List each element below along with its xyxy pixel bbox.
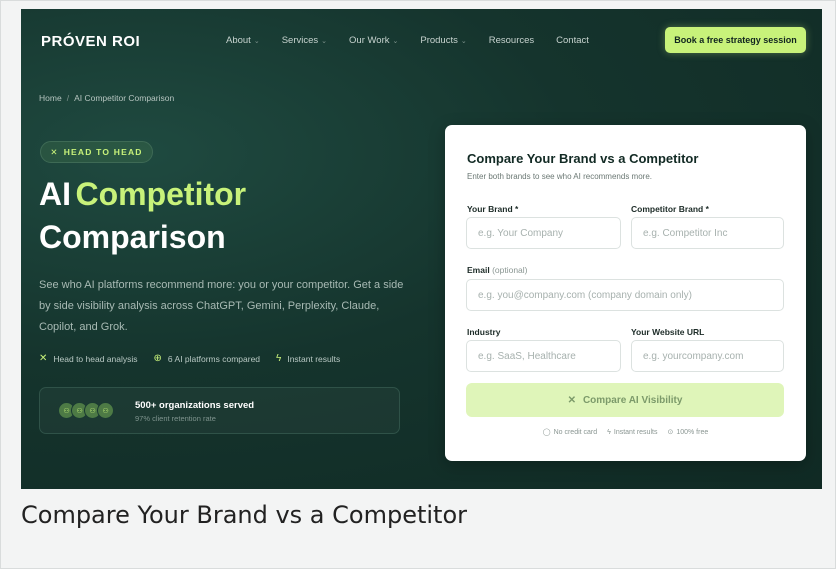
swords-icon: ✕ [50,146,59,157]
feature-label: Head to head analysis [53,353,138,364]
email-label: Email (optional) [467,265,528,275]
trust-label: 100% free [676,428,709,436]
menu-item-label: Contact [556,35,589,46]
feature-list: ✕ Head to head analysis ⊕ 6 AI platforms c… [39,353,340,364]
menu-item-label: Products [420,35,458,46]
industry-label: Industry [467,327,501,337]
trust-indicators: ◯ No credit card ϟ Instant results ⊙ 100% f… [445,428,806,437]
website-label: Your Website URL [631,327,705,337]
page-title: AI Competitor Comparison [39,176,246,256]
feature-item: ϟ Instant results [276,353,340,364]
brand-input[interactable] [466,217,621,249]
menu-item-label: About [226,35,251,46]
bolt-icon: ϟ [607,428,611,436]
swords-icon: ✕ [39,353,48,364]
menu-item-label: Our Work [349,35,390,46]
title-line2: Comparison [39,219,226,255]
hero-description: See who AI platforms recommend more: you… [39,279,404,333]
breadcrumb-current: AI Competitor Comparison [74,93,175,103]
brand-label: Your Brand * [467,204,519,214]
submit-label: Compare AI Visibility [582,394,683,406]
form-subtitle: Enter both brands to see who AI recommen… [467,172,652,181]
check-circle-icon: ⊙ [667,429,674,436]
logo[interactable]: PRÓVEN ROI [41,33,140,50]
book-strategy-session-button[interactable]: Book a free strategy session [665,27,806,53]
chevron-down-icon: ⌄ [460,37,467,45]
feature-label: 6 AI platforms compared [167,353,261,364]
menu-item-about[interactable]: About ⌄ [226,35,260,46]
website-input[interactable] [631,340,784,372]
stat-title: 500+ organizations served [135,400,255,411]
competitor-input[interactable] [631,217,784,249]
trust-label: No credit card [553,428,598,436]
form-title: Compare Your Brand vs a Competitor [467,151,699,166]
bolt-icon: ϟ [276,353,282,364]
stat-subtitle: 97% client retention rate [135,414,216,423]
breadcrumb-home[interactable]: Home [39,93,62,103]
chevron-down-icon: ⌄ [253,37,260,45]
industry-input[interactable] [466,340,621,372]
main-menu: About ⌄ Services ⌄ Our Work ⌄ Products ⌄ Res… [226,35,611,46]
menu-item-products[interactable]: Products ⌄ [420,35,466,46]
trust-item: ⊙ 100% free [667,428,709,437]
swords-icon: ✕ [567,394,576,406]
globe-icon: ⊕ [153,353,162,364]
menu-item-contact[interactable]: Contact [556,35,589,46]
screenshot: PRÓVEN ROI About ⌄ Services ⌄ Our Work ⌄ Pr… [21,9,822,489]
feature-label: Instant results [287,353,341,364]
breadcrumb-separator: / [66,93,70,103]
social-proof-card: ⚇ ⚇ ⚇ ⚇ 500+ organizations served 97% cl… [39,387,400,434]
avatar-icon: ⚇ [97,402,114,419]
head-to-head-badge: ✕ HEAD TO HEAD [40,141,153,163]
title-accent: Competitor [75,176,247,212]
avatar-group: ⚇ ⚇ ⚇ ⚇ [58,402,114,419]
menu-item-resources[interactable]: Resources [489,35,534,46]
title-part1: AI [39,176,71,212]
badge-label: HEAD TO HEAD [63,147,143,157]
trust-label: Instant results [613,428,658,436]
caption: Compare Your Brand vs a Competitor [21,501,468,529]
email-input[interactable] [466,279,784,311]
menu-item-services[interactable]: Services ⌄ [282,35,327,46]
chevron-down-icon: ⌄ [392,37,399,45]
menu-item-label: Resources [488,35,535,46]
shield-icon: ◯ [542,429,551,436]
menu-item-our-work[interactable]: Our Work ⌄ [349,35,398,46]
feature-item: ⊕ 6 AI platforms compared [154,353,261,364]
compare-ai-visibility-button[interactable]: ✕ Compare AI Visibility [466,383,784,417]
top-nav: PRÓVEN ROI About ⌄ Services ⌄ Our Work ⌄ Pr… [21,9,822,71]
comparison-form-card: Compare Your Brand vs a Competitor Enter… [445,125,806,461]
email-optional-tag: (optional) [492,265,528,275]
chevron-down-icon: ⌄ [321,37,328,45]
feature-item: ✕ Head to head analysis [39,353,138,364]
trust-item: ◯ No credit card [542,428,598,437]
trust-item: ϟ Instant results [607,428,657,436]
menu-item-label: Services [281,35,319,46]
breadcrumb: Home / AI Competitor Comparison [39,93,174,103]
competitor-label: Competitor Brand * [631,204,709,214]
email-label-text: Email [467,265,490,275]
page-frame: PRÓVEN ROI About ⌄ Services ⌄ Our Work ⌄ Pr… [0,0,836,569]
